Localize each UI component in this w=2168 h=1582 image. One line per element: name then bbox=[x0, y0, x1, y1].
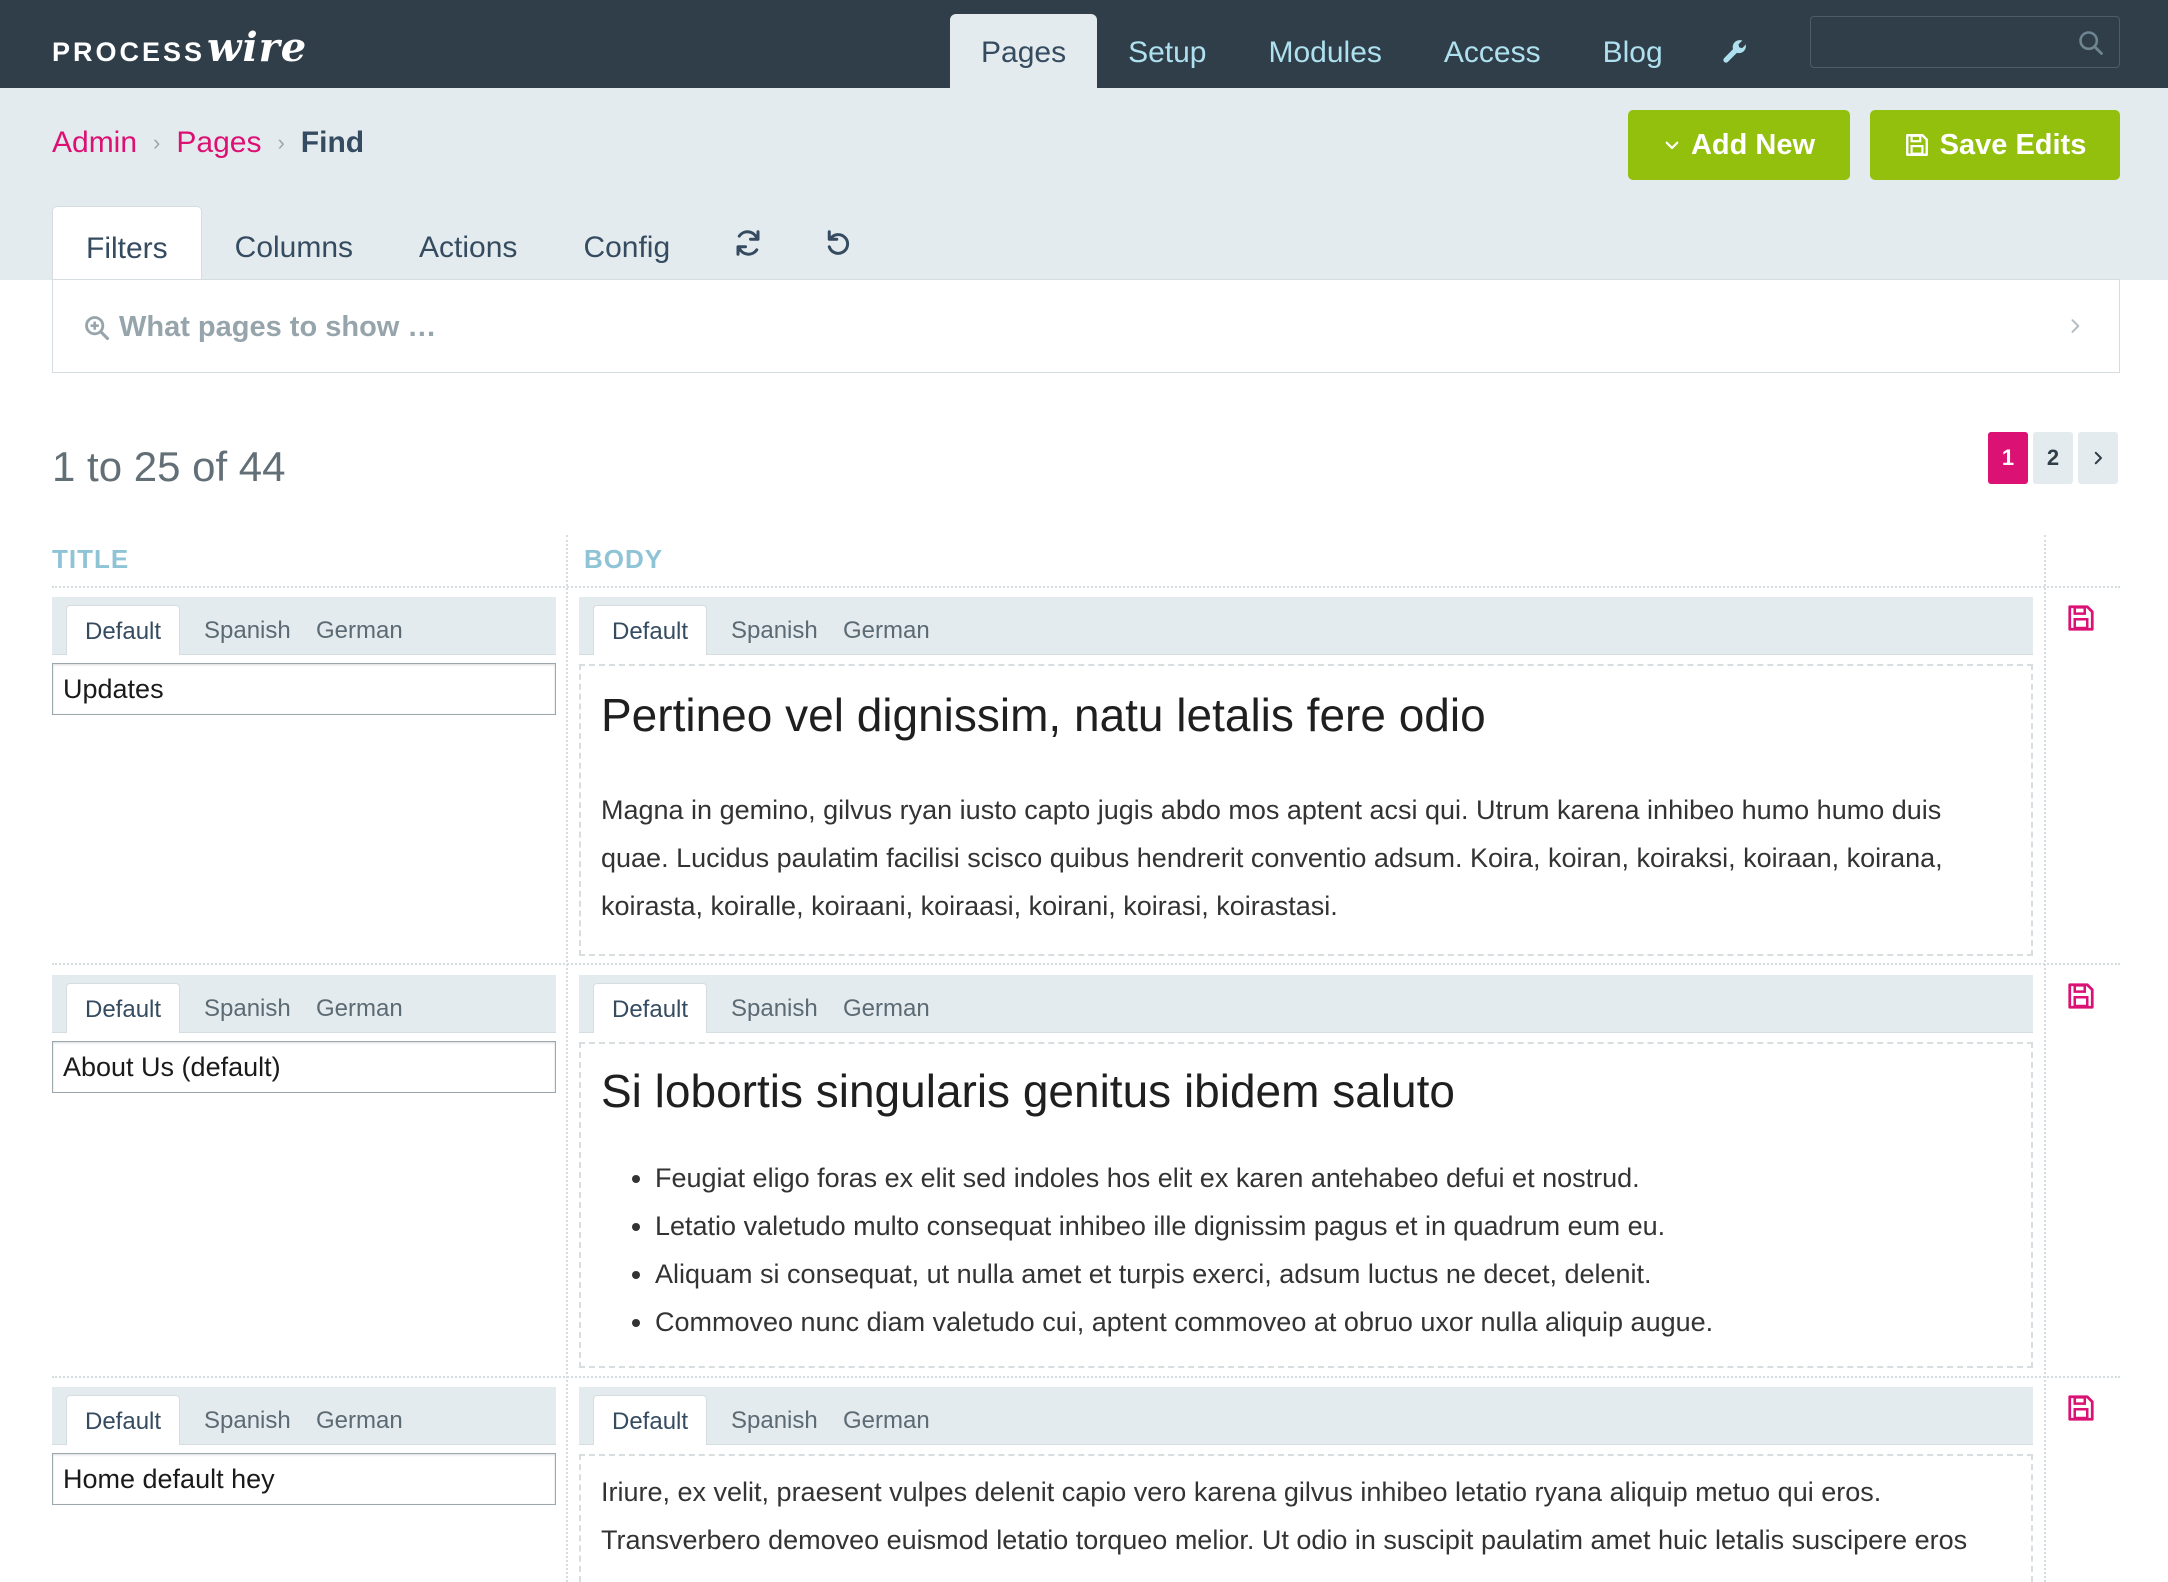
breadcrumb-admin[interactable]: Admin bbox=[52, 126, 137, 160]
chevron-right-icon bbox=[2094, 451, 2102, 465]
language-tab-spanish[interactable]: Spanish bbox=[186, 605, 309, 655]
language-tab-default[interactable]: Default bbox=[66, 983, 181, 1033]
list-item: Aliquam si consequat, ut nulla amet et t… bbox=[655, 1250, 2011, 1298]
save-icon[interactable] bbox=[2066, 603, 2096, 633]
list-item: Commoveo nunc diam valetudo cui, aptent … bbox=[655, 1298, 2011, 1346]
refresh-icon bbox=[736, 230, 760, 256]
column-header-title[interactable]: TITLE bbox=[52, 544, 129, 575]
add-new-button[interactable]: Add New bbox=[1628, 110, 1850, 180]
title-language-tabs: Default Spanish German bbox=[52, 597, 556, 655]
reset-icon bbox=[827, 230, 850, 255]
language-tab-spanish[interactable]: Spanish bbox=[713, 605, 836, 655]
row-divider bbox=[52, 1376, 2120, 1378]
logo[interactable]: PROCESS wire bbox=[52, 24, 307, 71]
language-tab-spanish[interactable]: Spanish bbox=[713, 983, 836, 1033]
language-tab-spanish[interactable]: Spanish bbox=[713, 1395, 836, 1445]
title-field[interactable]: Updates bbox=[52, 663, 556, 715]
language-tab-default[interactable]: Default bbox=[66, 1395, 181, 1445]
nav-item-setup[interactable]: Setup bbox=[1097, 14, 1237, 88]
save-icon bbox=[1905, 134, 1928, 156]
body-editor[interactable]: Pertineo vel dignissim, natu letalis fer… bbox=[579, 664, 2033, 956]
language-tab-german[interactable]: German bbox=[298, 605, 421, 655]
row-divider bbox=[52, 586, 2120, 588]
next-page-button[interactable] bbox=[2078, 432, 2118, 484]
body-bullet-list: Feugiat eligo foras ex elit sed indoles … bbox=[601, 1154, 2011, 1346]
body-language-tabs: Default Spanish German bbox=[579, 597, 2033, 655]
language-tab-spanish[interactable]: Spanish bbox=[186, 983, 309, 1033]
top-navigation: Pages Setup Modules Access Blog bbox=[950, 14, 1776, 88]
results-summary: 1 to 25 of 44 bbox=[52, 443, 286, 490]
body-heading: Pertineo vel dignissim, natu letalis fer… bbox=[601, 689, 1486, 741]
logo-text-process: PROCESS bbox=[52, 37, 206, 67]
breadcrumb-separator: › bbox=[277, 130, 285, 155]
filters-toggle[interactable]: What pages to show … bbox=[83, 311, 436, 344]
page-2-button[interactable]: 2 bbox=[2033, 432, 2073, 484]
list-item: Feugiat eligo foras ex elit sed indoles … bbox=[655, 1154, 2011, 1202]
body-language-tabs: Default Spanish German bbox=[579, 1387, 2033, 1445]
body-editor[interactable]: Iriure, ex velit, praesent vulpes deleni… bbox=[579, 1454, 2033, 1582]
list-item: Letatio valetudo multo consequat inhibeo… bbox=[655, 1202, 2011, 1250]
column-divider bbox=[566, 535, 568, 1582]
language-tab-default[interactable]: Default bbox=[593, 605, 708, 655]
nav-item-tools[interactable] bbox=[1694, 14, 1776, 88]
tab-columns[interactable]: Columns bbox=[202, 206, 386, 280]
language-tab-german[interactable]: German bbox=[298, 1395, 421, 1445]
tab-filters[interactable]: Filters bbox=[52, 206, 202, 280]
chevron-down-icon bbox=[1665, 141, 1679, 150]
tab-reset[interactable] bbox=[793, 206, 883, 280]
language-tab-default[interactable]: Default bbox=[593, 983, 708, 1033]
language-tab-german[interactable]: German bbox=[298, 983, 421, 1033]
column-divider bbox=[2044, 535, 2046, 1582]
nav-item-access[interactable]: Access bbox=[1413, 14, 1572, 88]
page-title: Find bbox=[300, 126, 365, 159]
breadcrumb-pages[interactable]: Pages bbox=[176, 126, 261, 160]
filters-panel[interactable]: What pages to show … bbox=[52, 279, 2120, 373]
body-paragraph: Iriure, ex velit, praesent vulpes deleni… bbox=[601, 1477, 1968, 1555]
language-tab-default[interactable]: Default bbox=[66, 605, 181, 655]
title-field[interactable]: Home default hey bbox=[52, 1453, 556, 1505]
nav-item-pages[interactable]: Pages bbox=[950, 14, 1098, 88]
language-tab-german[interactable]: German bbox=[825, 605, 948, 655]
body-editor[interactable]: Si lobortis singularis genitus ibidem sa… bbox=[579, 1042, 2033, 1368]
body-paragraph: Magna in gemino, gilvus ryan iusto capto… bbox=[601, 795, 1943, 921]
breadcrumb-separator: › bbox=[153, 130, 161, 155]
masthead: PROCESS wire Pages Setup Modules Access … bbox=[0, 0, 2168, 88]
nav-item-blog[interactable]: Blog bbox=[1572, 14, 1694, 88]
chevron-right-icon bbox=[2071, 319, 2080, 333]
filters-label: What pages to show … bbox=[119, 311, 437, 343]
save-edits-label: Save Edits bbox=[1939, 128, 2087, 161]
zoom-in-icon bbox=[85, 315, 110, 340]
add-new-label: Add New bbox=[1690, 128, 1816, 161]
tab-config[interactable]: Config bbox=[550, 206, 703, 280]
nav-item-modules[interactable]: Modules bbox=[1237, 14, 1412, 88]
wrench-icon bbox=[1723, 40, 1746, 63]
save-icon[interactable] bbox=[2066, 981, 2096, 1011]
tab-actions[interactable]: Actions bbox=[386, 206, 550, 280]
row-divider bbox=[52, 963, 2120, 965]
title-field[interactable]: About Us (default) bbox=[52, 1041, 556, 1093]
search-input[interactable] bbox=[1810, 16, 2120, 68]
language-tab-spanish[interactable]: Spanish bbox=[186, 1395, 309, 1445]
lister-tabs: Filters Columns Actions Config bbox=[52, 206, 883, 280]
language-tab-german[interactable]: German bbox=[825, 1395, 948, 1445]
body-language-tabs: Default Spanish German bbox=[579, 975, 2033, 1033]
save-edits-button[interactable]: Save Edits bbox=[1870, 110, 2120, 180]
search-icon[interactable] bbox=[2077, 29, 2105, 57]
language-tab-default[interactable]: Default bbox=[593, 1395, 708, 1445]
language-tab-german[interactable]: German bbox=[825, 983, 948, 1033]
tab-refresh[interactable] bbox=[703, 206, 793, 280]
title-language-tabs: Default Spanish German bbox=[52, 975, 556, 1033]
pagination: 1 2 bbox=[1988, 432, 2118, 484]
logo-text-wire: wire bbox=[207, 24, 308, 71]
breadcrumb: Admin › Pages › Find bbox=[52, 126, 364, 160]
column-header-body[interactable]: BODY bbox=[584, 544, 663, 575]
save-icon[interactable] bbox=[2066, 1393, 2096, 1423]
title-language-tabs: Default Spanish German bbox=[52, 1387, 556, 1445]
page-1-button[interactable]: 1 bbox=[1988, 432, 2028, 484]
body-heading: Si lobortis singularis genitus ibidem sa… bbox=[601, 1065, 1455, 1117]
